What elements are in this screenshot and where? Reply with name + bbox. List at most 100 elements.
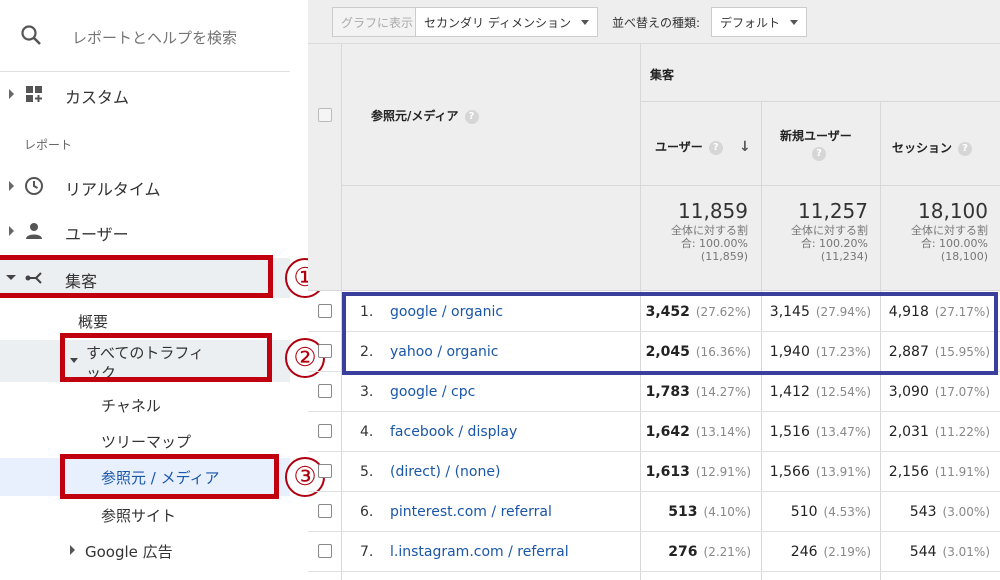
row-checkbox[interactable] — [318, 384, 332, 398]
dimension-header[interactable]: 参照元/メディア? — [371, 107, 479, 124]
nav-item-overview[interactable]: 概要 — [78, 311, 108, 332]
sort-descending-icon[interactable]: ↓ — [739, 139, 751, 155]
table-row: 5. (direct) / (none) 1,613 (12.91%) 1,566… — [308, 452, 1000, 492]
users-cell: 1,783 (14.27%) — [645, 384, 751, 400]
total-note-line: (18,100) — [940, 250, 988, 263]
person-icon — [26, 223, 42, 239]
sort-type-label: 並べ替えの種類: — [612, 16, 701, 30]
row-index: 7. — [360, 544, 374, 560]
total-users-note: 全体に対する割 合: 100.00% (11,859) — [640, 224, 748, 263]
users-cell: 1,642 (13.14%) — [645, 424, 751, 440]
annotation-box-1 — [0, 255, 273, 298]
caret-right-icon — [9, 226, 14, 236]
total-note-line: (11,234) — [820, 250, 868, 263]
source-medium-link[interactable]: l.instagram.com / referral — [390, 544, 569, 560]
nav-label-custom: カスタム — [65, 88, 130, 107]
row-checkbox[interactable] — [318, 424, 332, 438]
sessions-cell: 2,156 (11.91%) — [888, 464, 990, 480]
chevron-down-icon — [580, 19, 589, 25]
nav-item-channels[interactable]: チャネル — [101, 395, 161, 416]
users-column-header[interactable]: ユーザー? ↓ — [655, 138, 751, 155]
divider — [341, 185, 1000, 186]
total-new-users: 11,257 — [798, 199, 868, 223]
total-note-line: 全体に対する割 — [791, 224, 868, 237]
new-users-column-label: 新規ユーザー — [780, 129, 852, 143]
secondary-dimension-label: セカンダリ ディメンション — [424, 15, 571, 30]
nav-item-realtime[interactable]: リアルタイム — [0, 167, 290, 205]
dimension-header-label: 参照元/メディア — [371, 109, 459, 123]
sessions-cell: 543 (3.00%) — [909, 504, 990, 520]
search-icon — [21, 25, 41, 45]
nav-item-google-ads[interactable]: Google 広告 — [70, 540, 270, 562]
total-note-line: 合: 100.00% — [920, 237, 988, 250]
annotation-box-3 — [60, 454, 279, 499]
sort-type-dropdown[interactable]: デフォルト — [711, 7, 808, 37]
total-note-line: 全体に対する割 — [911, 224, 988, 237]
total-users: 11,859 — [678, 199, 748, 223]
chart-button[interactable]: グラフに表示 — [332, 7, 423, 37]
help-icon[interactable]: ? — [464, 109, 479, 124]
total-note-line: 全体に対する割 — [671, 224, 748, 237]
row-index: 5. — [360, 464, 374, 480]
google-ads-label: Google 広告 — [85, 543, 173, 561]
caret-right-icon — [9, 181, 14, 191]
reports-section-label: レポート — [24, 138, 73, 152]
secondary-dimension-dropdown[interactable]: セカンダリ ディメンション — [415, 7, 598, 37]
select-all-checkbox[interactable] — [318, 108, 332, 122]
users-column-label: ユーザー — [655, 140, 703, 154]
annotation-box-2 — [60, 333, 272, 382]
source-medium-link[interactable]: facebook / display — [390, 424, 517, 440]
row-index: 3. — [360, 384, 374, 400]
search-bar[interactable]: レポートとヘルプを検索 — [0, 0, 290, 72]
row-index: 6. — [360, 504, 374, 520]
nav-item-treemap[interactable]: ツリーマップ — [101, 431, 191, 452]
row-checkbox[interactable] — [318, 544, 332, 558]
nav-item-referrals[interactable]: 参照サイト — [101, 505, 176, 526]
row-checkbox[interactable] — [318, 304, 332, 318]
total-note-line: (11,859) — [700, 250, 748, 263]
nav-label-users: ユーザー — [65, 225, 129, 244]
source-medium-link[interactable]: (direct) / (none) — [390, 464, 500, 480]
new-users-cell: 246 (2.19%) — [790, 544, 871, 560]
row-checkbox[interactable] — [318, 344, 332, 358]
table-row: 3. google / cpc 1,783 (14.27%) 1,412 (12.5… — [308, 372, 1000, 412]
help-icon[interactable]: ? — [958, 141, 973, 156]
help-icon[interactable]: ? — [708, 140, 723, 155]
total-note-line: 合: 100.20% — [800, 237, 868, 250]
row-checkbox[interactable] — [318, 464, 332, 478]
table-row: 6. pinterest.com / referral 513 (4.10%) 5… — [308, 492, 1000, 532]
new-users-cell: 510 (4.53%) — [790, 504, 871, 520]
nav-label-realtime: リアルタイム — [65, 180, 161, 199]
new-users-column-header[interactable]: 新規ユーザー — [780, 127, 852, 144]
search-placeholder[interactable]: レポートとヘルプを検索 — [72, 27, 237, 48]
sessions-column-header[interactable]: セッション? — [892, 139, 973, 156]
dashboard-plus-icon — [26, 86, 42, 102]
caret-right-icon — [9, 89, 14, 99]
new-users-cell: 1,566 (13.91%) — [769, 464, 871, 480]
divider — [640, 101, 1000, 102]
sort-type-value: デフォルト — [720, 15, 781, 30]
source-medium-link[interactable]: google / cpc — [390, 384, 475, 400]
help-icon[interactable]: ? — [812, 147, 826, 161]
sessions-column-label: セッション — [892, 141, 953, 155]
clock-icon — [25, 177, 43, 195]
source-medium-link[interactable]: pinterest.com / referral — [390, 504, 552, 520]
highlight-box — [342, 292, 998, 375]
total-note-line: 合: 100.00% — [680, 237, 748, 250]
new-users-cell: 1,516 (13.47%) — [769, 424, 871, 440]
total-sessions-note: 全体に対する割 合: 100.00% (18,100) — [880, 224, 988, 263]
sessions-cell: 544 (3.01%) — [909, 544, 990, 560]
chevron-down-icon — [790, 19, 799, 25]
total-new-users-note: 全体に対する割 合: 100.20% (11,234) — [761, 224, 868, 263]
sessions-cell: 3,090 (17.07%) — [888, 384, 990, 400]
divider — [308, 290, 1000, 291]
nav-item-users[interactable]: ユーザー — [0, 212, 290, 250]
table-row: 4. facebook / display 1,642 (13.14%) 1,51… — [308, 412, 1000, 452]
table-row: 7. l.instagram.com / referral 276 (2.21%)… — [308, 532, 1000, 572]
report-table: 参照元/メディア? 集客 ユーザー? ↓ 新規ユーザー ? セッション? 11,… — [308, 44, 1000, 580]
users-cell: 276 (2.21%) — [668, 544, 751, 560]
sessions-cell: 2,031 (11.22%) — [888, 424, 990, 440]
row-checkbox[interactable] — [318, 504, 332, 518]
nav-item-custom[interactable]: カスタム — [0, 75, 290, 113]
caret-right-icon — [70, 545, 75, 555]
